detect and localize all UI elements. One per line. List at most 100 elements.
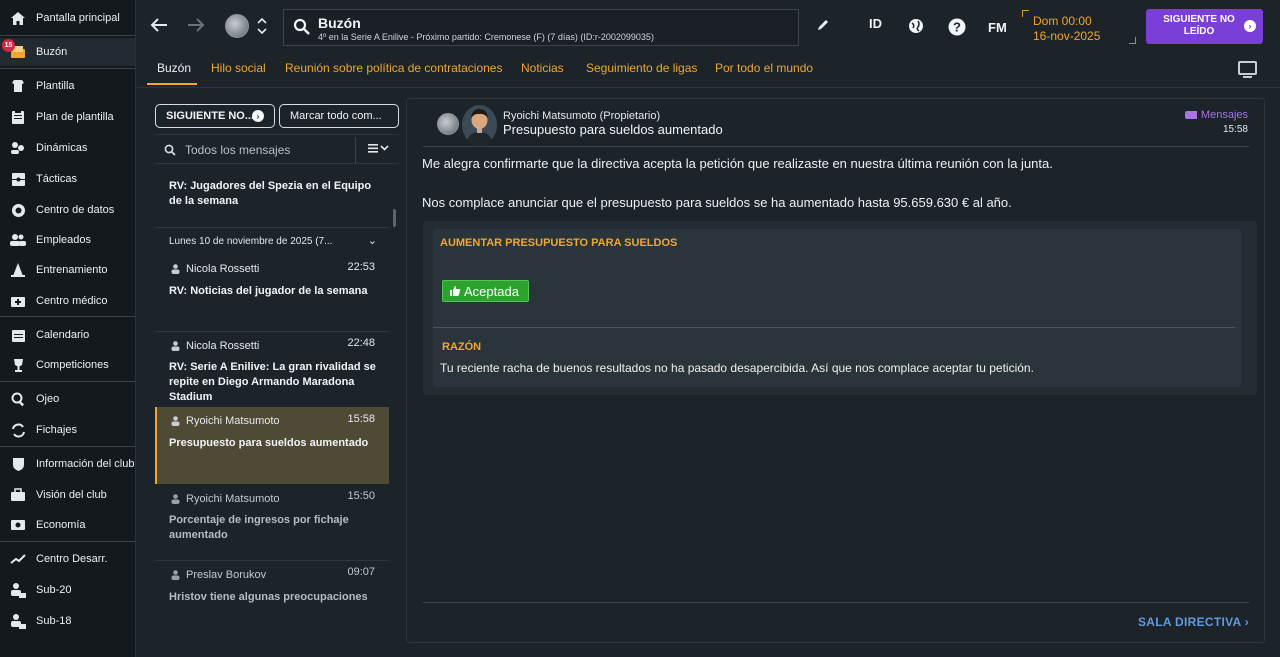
sidebar-item-data-hub[interactable]: Centro de datos xyxy=(0,196,135,224)
message-subject: Hristov tiene algunas preocupaciones xyxy=(169,591,368,603)
tv-monitor-icon[interactable] xyxy=(1238,61,1257,78)
sidebar-item-competitions[interactable]: Competiciones xyxy=(0,351,135,379)
help-icon[interactable]: ? xyxy=(948,18,966,36)
sidebar-item-training[interactable]: Entrenamiento xyxy=(0,256,135,284)
message-category[interactable]: Mensajes xyxy=(1184,109,1248,121)
date-group-header[interactable]: Lunes 10 de noviembre de 2025 (7... ⌄ xyxy=(155,227,389,254)
sidebar-item-transfers[interactable]: Fichajes xyxy=(0,416,135,444)
message-time: 22:48 xyxy=(347,337,375,349)
tab-league-tracking[interactable]: Seguimiento de ligas xyxy=(586,61,697,75)
message-time: 15:50 xyxy=(347,490,375,502)
sidebar-item-u18[interactable]: Sub-18 xyxy=(0,607,135,635)
tab-news[interactable]: Noticias xyxy=(521,61,564,75)
page-title-search-box[interactable]: Buzón 4º en la Serie A Enilive - Próximo… xyxy=(283,9,799,46)
game-date[interactable]: Dom 00:00 16-nov-2025 xyxy=(1022,10,1136,44)
club-shield-icon xyxy=(9,455,27,473)
game-date-time: Dom 00:00 xyxy=(1033,14,1092,28)
sidebar-item-squad-planner[interactable]: Plan de plantilla xyxy=(0,103,135,131)
sidebar-item-label: Buzón xyxy=(36,46,68,58)
id-button[interactable]: ID xyxy=(869,16,882,31)
list-item[interactable]: RV: Jugadores del Spezia en el Equipo de… xyxy=(155,165,389,227)
tab-recruitment-meeting[interactable]: Reunión sobre política de contrataciones xyxy=(285,61,502,75)
message-subject: RV: Noticias del jugador de la semana xyxy=(169,285,368,297)
tab-inbox[interactable]: Buzón xyxy=(157,61,191,75)
reason-heading: RAZÓN xyxy=(442,341,482,353)
mark-all-read-label: Marcar todo com... xyxy=(290,110,382,122)
back-arrow-icon[interactable] xyxy=(148,14,170,36)
message-from[interactable]: Ryoichi Matsumoto (Propietario) xyxy=(503,110,660,122)
forward-arrow-icon[interactable] xyxy=(185,14,207,36)
sidebar-item-finances[interactable]: Economía xyxy=(0,511,135,539)
accepted-status-label: Aceptada xyxy=(464,283,519,299)
finances-icon xyxy=(9,516,27,534)
unread-count-badge: 15 xyxy=(2,39,15,52)
game-date-day: 16-nov-2025 xyxy=(1033,29,1101,43)
mark-all-read-button[interactable]: Marcar todo com... xyxy=(279,104,399,128)
message-sender: Preslav Borukov xyxy=(186,569,267,581)
message-sender: Nicola Rossetti xyxy=(186,340,260,352)
u20-icon xyxy=(9,581,27,599)
active-tab-indicator xyxy=(147,83,197,85)
scrollbar[interactable] xyxy=(393,209,396,227)
list-options-menu-icon[interactable] xyxy=(368,142,390,157)
divider xyxy=(355,137,356,163)
message-subject-heading: Presupuesto para sueldos aumentado xyxy=(503,122,723,137)
u18-icon xyxy=(9,612,27,630)
globe-icon[interactable] xyxy=(908,18,924,34)
accepted-status-badge: Aceptada xyxy=(442,280,529,302)
club-switch-chevrons-icon[interactable] xyxy=(256,15,268,39)
next-unread-button[interactable]: SIGUIENTE NO LEÍDO › xyxy=(1146,9,1263,44)
person-icon xyxy=(171,416,180,426)
squad-icon xyxy=(9,77,27,95)
medical-kit-icon xyxy=(9,292,27,310)
boardroom-link[interactable]: SALA DIRECTIVA › xyxy=(1138,615,1249,629)
data-hub-icon xyxy=(9,201,27,219)
tab-social-feed[interactable]: Hilo social xyxy=(211,61,266,75)
sidebar-item-label: Centro médico xyxy=(36,295,108,307)
sidebar-item-tactics[interactable]: Tácticas xyxy=(0,165,135,193)
sidebar-item-calendar[interactable]: Calendario xyxy=(0,321,135,349)
sidebar-item-club-vision[interactable]: Visión del club xyxy=(0,481,135,509)
trophy-icon xyxy=(9,356,27,374)
sidebar-item-development-centre[interactable]: Centro Desarr. xyxy=(0,545,135,573)
edit-pencil-icon[interactable] xyxy=(816,18,830,32)
sidebar-item-label: Tácticas xyxy=(36,173,77,185)
message-filter[interactable]: Todos los mensajes xyxy=(155,134,399,164)
club-crest-icon[interactable] xyxy=(225,14,249,38)
sub-tabs: Buzón Hilo social Reunión sobre política… xyxy=(137,52,1280,88)
sidebar-item-medical-centre[interactable]: Centro médico xyxy=(0,287,135,315)
fm-menu-button[interactable]: FM xyxy=(988,20,1007,35)
request-outcome-card: AUMENTAR PRESUPUESTO PARA SUELDOS Acepta… xyxy=(433,229,1241,387)
staff-icon xyxy=(9,231,27,249)
sidebar: Pantalla principal Buzón 15 Plantilla Pl… xyxy=(0,0,136,657)
list-item-selected[interactable]: Ryoichi Matsumoto 15:58 Presupuesto para… xyxy=(155,407,389,484)
sidebar-item-dynamics[interactable]: Dinámicas xyxy=(0,134,135,162)
sidebar-item-home[interactable]: Pantalla principal xyxy=(0,4,135,32)
sidebar-item-label: Fichajes xyxy=(36,424,77,436)
sidebar-item-label: Visión del club xyxy=(36,489,107,501)
list-item[interactable]: Nicola Rossetti 22:53 RV: Noticias del j… xyxy=(155,255,389,331)
sidebar-item-label: Sub-20 xyxy=(36,584,72,596)
message-sender: Ryoichi Matsumoto xyxy=(186,415,280,427)
list-item[interactable]: Nicola Rossetti 22:48 RV: Serie A Eniliv… xyxy=(155,332,389,407)
tab-around-the-world[interactable]: Por todo el mundo xyxy=(715,61,813,75)
next-unread-list-button[interactable]: SIGUIENTE NO... › xyxy=(155,104,275,128)
list-item[interactable]: Preslav Borukov 09:07 Hristov tiene algu… xyxy=(155,561,389,621)
sidebar-item-label: Sub-18 xyxy=(36,615,72,627)
sidebar-item-scouting[interactable]: Ojeo xyxy=(0,385,135,413)
message-sender: Ryoichi Matsumoto xyxy=(186,493,280,505)
sidebar-item-club-info[interactable]: Información del club xyxy=(0,450,135,478)
list-item[interactable]: Ryoichi Matsumoto 15:50 Porcentaje de in… xyxy=(155,485,389,560)
sidebar-item-staff[interactable]: Empleados xyxy=(0,226,135,254)
sidebar-item-label: Ojeo xyxy=(36,393,60,405)
development-icon xyxy=(9,550,27,568)
search-icon xyxy=(164,144,176,156)
sidebar-item-squad[interactable]: Plantilla xyxy=(0,72,135,100)
person-icon xyxy=(171,341,180,351)
divider xyxy=(433,327,1235,328)
divider xyxy=(423,602,1249,603)
avatar[interactable] xyxy=(462,105,497,145)
sidebar-item-label: Información del club xyxy=(36,458,135,470)
sidebar-item-inbox[interactable]: Buzón xyxy=(0,38,135,66)
sidebar-item-u20[interactable]: Sub-20 xyxy=(0,576,135,604)
